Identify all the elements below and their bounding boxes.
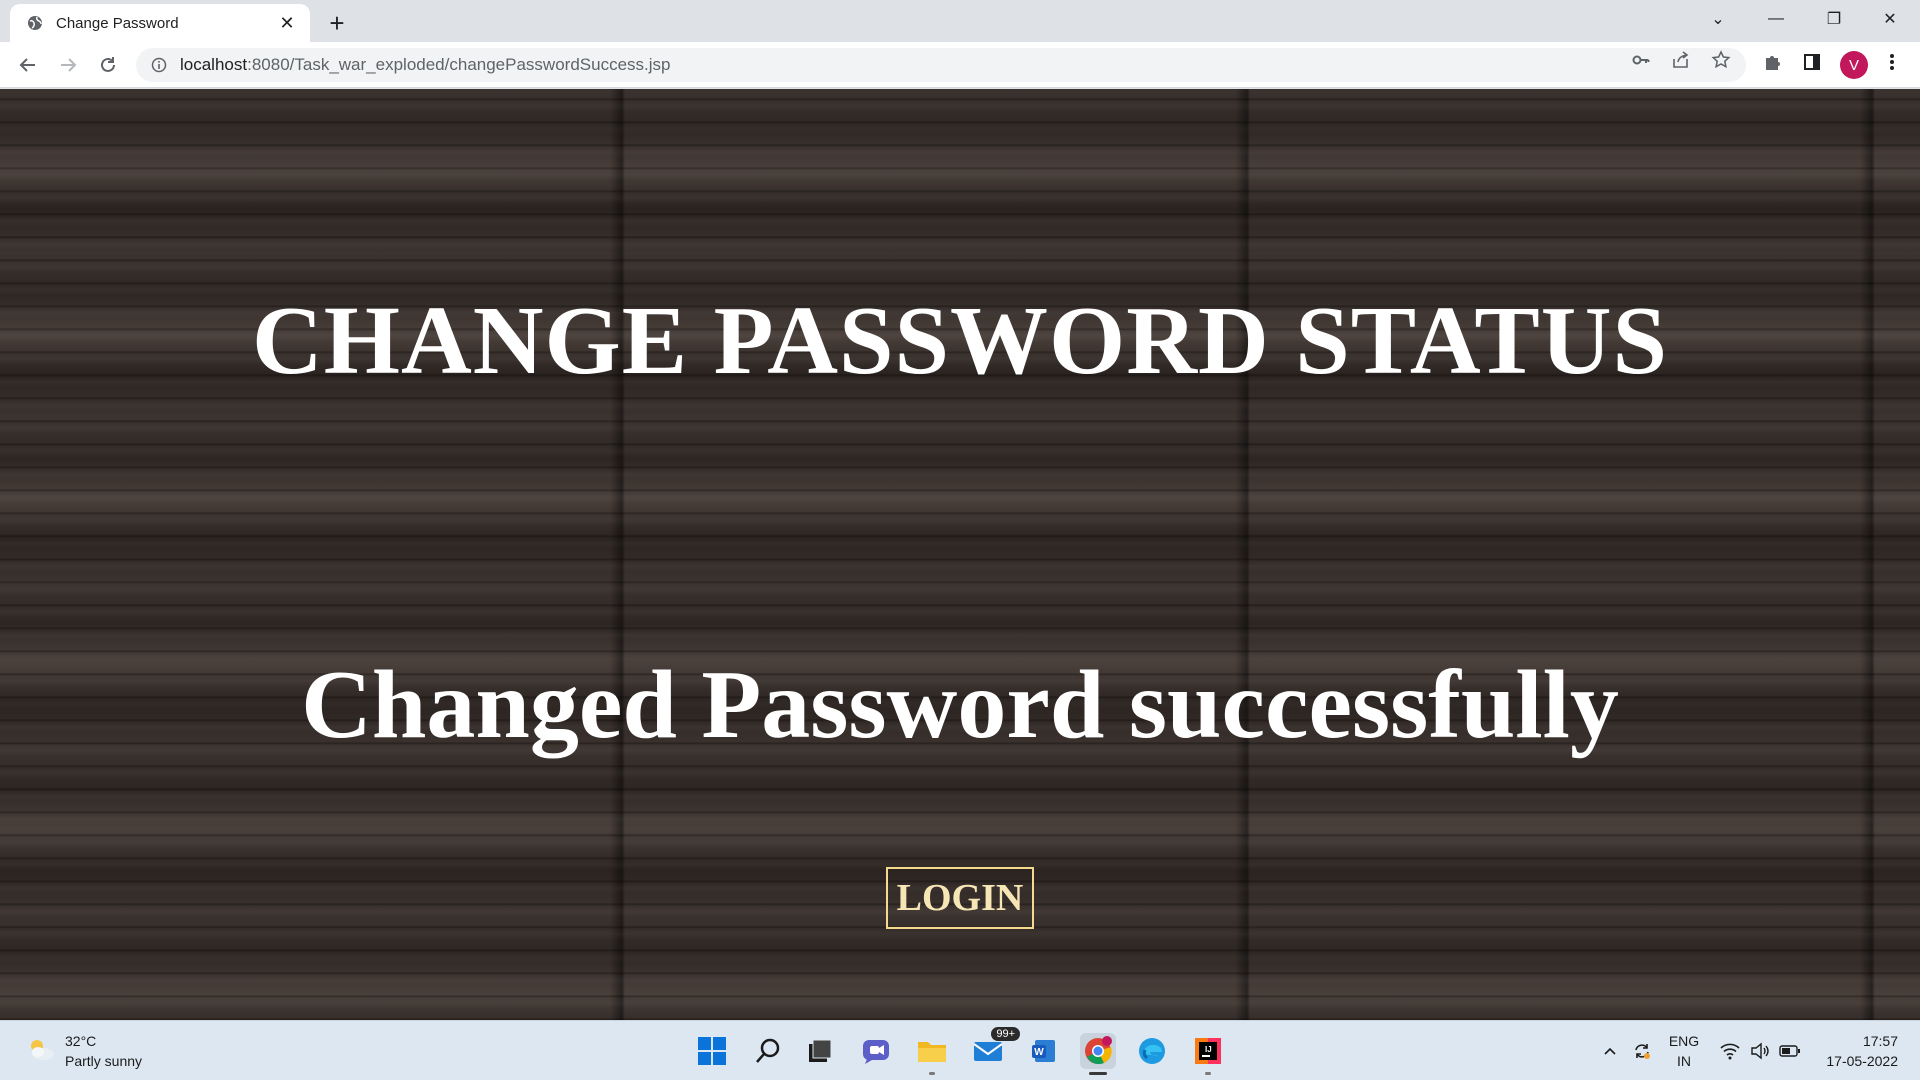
edge-icon[interactable] — [1134, 1033, 1170, 1069]
page-content: CHANGE PASSWORD STATUS Changed Password … — [0, 89, 1920, 1020]
teams-chat-icon[interactable] — [858, 1033, 894, 1069]
taskbar: 32°C Partly sunny 99+ W IJ ENG IN 17:57 … — [0, 1020, 1920, 1080]
wifi-icon[interactable] — [1718, 1039, 1742, 1063]
running-indicator — [929, 1072, 935, 1075]
close-window-button[interactable]: ✕ — [1862, 0, 1918, 38]
intellij-icon[interactable]: IJ — [1190, 1033, 1226, 1075]
running-indicator — [1205, 1072, 1211, 1075]
weather-temp: 32°C — [65, 1033, 97, 1049]
side-panel-icon[interactable] — [1800, 50, 1824, 74]
chevron-up-icon[interactable] — [1598, 1039, 1622, 1063]
tab-strip: Change Password ✕ + ⌄ — ❐ ✕ — [0, 0, 1920, 42]
tab-title: Change Password — [56, 14, 179, 32]
weather-desc: Partly sunny — [65, 1053, 143, 1069]
partly-sunny-icon[interactable] — [26, 1037, 56, 1063]
url-path: :8080/Task_war_exploded/changePasswordSu… — [247, 55, 671, 74]
forward-button[interactable] — [52, 49, 84, 81]
svg-text:W: W — [1034, 1047, 1044, 1058]
region-indicator[interactable]: IN — [1668, 1053, 1700, 1069]
chrome-icon[interactable] — [1080, 1033, 1116, 1075]
task-view-icon[interactable] — [802, 1033, 838, 1069]
bookmark-star-icon[interactable] — [1710, 49, 1732, 71]
address-bar[interactable]: localhost:8080/Task_war_exploded/changeP… — [136, 48, 1746, 82]
close-tab-icon[interactable]: ✕ — [276, 12, 298, 34]
browser-tab[interactable]: Change Password ✕ — [10, 4, 310, 42]
language-indicator[interactable]: ENG — [1668, 1033, 1700, 1049]
file-explorer-icon[interactable] — [914, 1033, 950, 1075]
volume-icon[interactable] — [1748, 1039, 1772, 1063]
new-tab-button[interactable]: + — [320, 6, 354, 40]
menu-kebab-icon[interactable] — [1880, 50, 1904, 74]
page-title: CHANGE PASSWORD STATUS — [251, 287, 1668, 395]
search-icon[interactable] — [750, 1033, 786, 1069]
share-icon[interactable] — [1670, 49, 1692, 71]
svg-text:IJ: IJ — [1205, 1045, 1212, 1054]
browser-toolbar: localhost:8080/Task_war_exploded/changeP… — [0, 42, 1920, 88]
mail-icon[interactable]: 99+ — [970, 1027, 1020, 1069]
site-info-icon[interactable] — [148, 54, 170, 76]
tab-search-icon[interactable]: ⌄ — [1690, 0, 1746, 38]
reload-button[interactable] — [92, 49, 124, 81]
url-text: localhost:8080/Task_war_exploded/changeP… — [180, 55, 670, 75]
back-button[interactable] — [12, 49, 44, 81]
minimize-button[interactable]: — — [1748, 0, 1804, 38]
key-icon[interactable] — [1630, 49, 1652, 71]
url-host: localhost — [180, 55, 248, 74]
sync-icon[interactable] — [1630, 1039, 1654, 1063]
login-button[interactable]: LOGIN — [886, 867, 1034, 929]
clock-time[interactable]: 17:57 — [1863, 1033, 1898, 1049]
profile-avatar[interactable]: V — [1840, 51, 1868, 79]
mail-badge: 99+ — [991, 1027, 1020, 1041]
windows-start-icon[interactable] — [694, 1033, 730, 1069]
clock-date[interactable]: 17-05-2022 — [1826, 1053, 1898, 1069]
battery-icon[interactable] — [1778, 1039, 1802, 1063]
active-indicator — [1089, 1072, 1107, 1075]
extensions-puzzle-icon[interactable] — [1760, 50, 1784, 74]
word-icon[interactable]: W — [1026, 1033, 1062, 1069]
restore-button[interactable]: ❐ — [1806, 0, 1862, 38]
status-message: Changed Password successfully — [301, 651, 1619, 759]
globe-icon — [26, 14, 44, 32]
